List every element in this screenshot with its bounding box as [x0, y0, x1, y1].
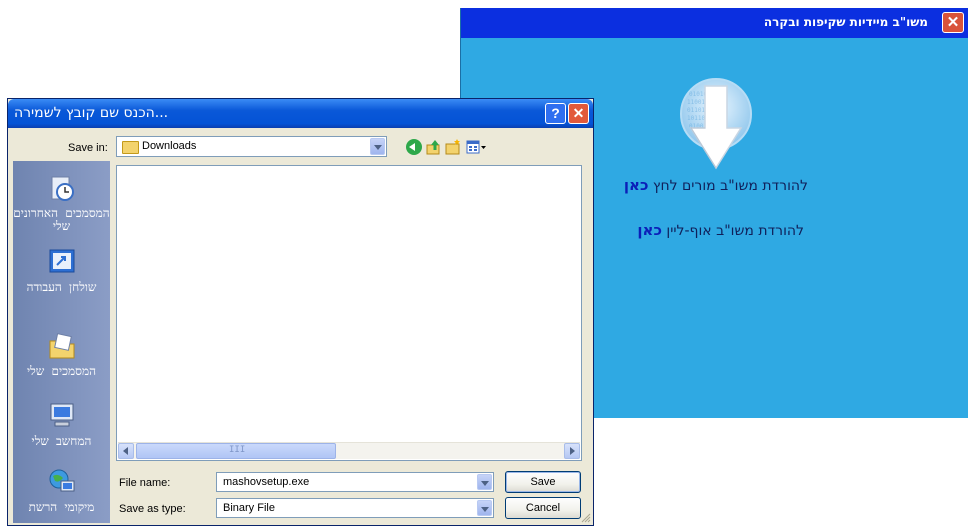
- save-file-dialog: ...הכנס שם קובץ לשמירה ? ✕ Save in: Down…: [7, 98, 594, 526]
- scroll-thumb-grip: III: [229, 445, 246, 455]
- save-as-type-select[interactable]: Binary File: [216, 498, 494, 518]
- my-documents-icon: [49, 333, 74, 359]
- place-label: המסמכים האחרונים שלי: [13, 206, 110, 233]
- app-titlebar: משו"ב מיידיות שקיפות ובקרה ✕: [461, 8, 968, 38]
- close-icon[interactable]: ✕: [942, 12, 964, 33]
- new-folder-icon[interactable]: [445, 139, 461, 155]
- offline-download-text: להורדת משו"ב אוף-ליין: [661, 223, 804, 239]
- close-button[interactable]: ✕: [568, 103, 589, 124]
- back-arrow-icon[interactable]: [406, 139, 422, 155]
- app-title: משו"ב מיידיות שקיפות ובקרה: [763, 15, 928, 29]
- place-recent-documents[interactable]: המסמכים האחרונים שלי: [13, 173, 110, 233]
- offline-download-line: להורדת משו"ב אוף-ליין כאן: [637, 221, 804, 239]
- save-button[interactable]: Save: [505, 471, 581, 493]
- save-in-label: Save in:: [68, 142, 108, 154]
- file-name-field[interactable]: mashovsetup.exe: [216, 472, 494, 492]
- save-as-type-value: Binary File: [223, 502, 275, 514]
- file-name-label: File name:: [119, 477, 171, 489]
- network-places-icon: [49, 469, 74, 492]
- up-folder-icon[interactable]: [426, 139, 442, 155]
- scroll-thumb[interactable]: III: [136, 443, 336, 459]
- place-desktop[interactable]: שולחן העבודה: [13, 247, 110, 294]
- file-list[interactable]: III: [116, 165, 582, 461]
- dialog-title: ...הכנס שם קובץ לשמירה: [14, 105, 169, 121]
- chevron-down-icon[interactable]: [477, 474, 492, 490]
- horizontal-scrollbar[interactable]: III: [118, 442, 580, 459]
- place-label: המחשב שלי: [31, 434, 92, 448]
- cancel-button[interactable]: Cancel: [505, 497, 581, 519]
- dialog-titlebar[interactable]: ...הכנס שם קובץ לשמירה ? ✕: [8, 99, 593, 128]
- save-as-type-label: Save as type:: [119, 503, 186, 515]
- teachers-download-line: להורדת משו"ב מורים לחץ כאן: [624, 176, 808, 194]
- places-bar: המסמכים האחרונים שלי שולחן העבודה המסמכי…: [13, 161, 110, 523]
- recent-documents-icon: [51, 176, 74, 201]
- save-in-value: Downloads: [142, 140, 197, 152]
- teachers-download-text: להורדת משו"ב מורים לחץ: [648, 178, 808, 194]
- place-network[interactable]: מיקומי הרשת: [13, 467, 110, 514]
- scroll-right-icon[interactable]: [564, 443, 580, 459]
- place-label: שולחן העבודה: [26, 280, 97, 294]
- place-label: המסמכים שלי: [27, 364, 96, 378]
- resize-grip-icon[interactable]: [581, 513, 591, 523]
- chevron-down-icon[interactable]: [370, 138, 385, 155]
- download-arrow-icon: 01010011100101 01101101011001 0100110: [680, 78, 752, 170]
- save-in-combobox[interactable]: Downloads: [116, 136, 387, 157]
- chevron-down-icon[interactable]: [477, 500, 492, 516]
- help-button[interactable]: ?: [545, 103, 566, 124]
- place-my-documents[interactable]: המסמכים שלי: [13, 331, 110, 378]
- desktop-icon: [49, 249, 74, 273]
- scroll-left-icon[interactable]: [118, 443, 134, 459]
- teachers-download-link[interactable]: כאן: [624, 176, 649, 194]
- place-my-computer[interactable]: המחשב שלי: [13, 401, 110, 448]
- place-label: מיקומי הרשת: [28, 500, 95, 514]
- my-computer-icon: [50, 403, 73, 427]
- folder-icon: [122, 141, 139, 154]
- view-menu-icon[interactable]: [466, 139, 488, 155]
- file-name-value: mashovsetup.exe: [223, 476, 310, 488]
- offline-download-link[interactable]: כאן: [637, 221, 662, 239]
